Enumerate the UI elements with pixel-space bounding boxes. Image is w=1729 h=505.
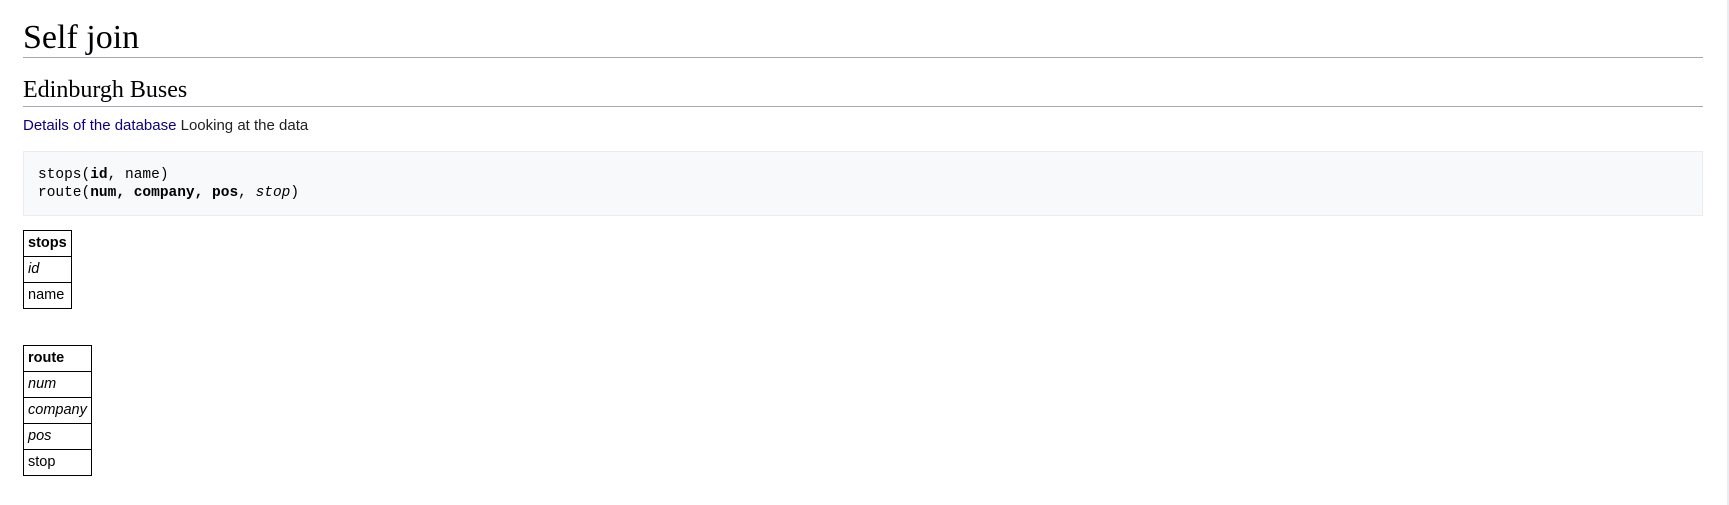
- page-title: Self join: [23, 0, 1703, 58]
- table-cell-key: num: [23, 371, 92, 398]
- table-row: pos: [23, 423, 92, 450]
- intro-paragraph: Details of the database Looking at the d…: [23, 107, 1703, 136]
- table-row: stop: [23, 449, 92, 476]
- intro-text: Looking at the data: [176, 117, 309, 134]
- table-cell-key: company: [23, 397, 92, 424]
- schema-route-name: route: [38, 185, 82, 201]
- table-cell-key: id: [23, 256, 72, 283]
- route-table-header: route: [23, 345, 92, 372]
- table-cell: name: [23, 282, 72, 309]
- schema-route-foreign: stop: [255, 185, 291, 201]
- schema-route-keys: num, company, pos: [90, 185, 239, 201]
- database-details-link[interactable]: Details of the database: [23, 117, 176, 134]
- table-header-row: stops: [23, 230, 72, 257]
- stops-table-header: stops: [23, 230, 72, 257]
- schema-code-block: stops(id, name) route(num, company, pos,…: [23, 151, 1703, 216]
- schema-stops-fields: , name): [107, 167, 169, 183]
- article-content: Self join Edinburgh Buses Details of the…: [23, 0, 1703, 476]
- table-row: name: [23, 282, 72, 309]
- table-cell-key: pos: [23, 423, 92, 450]
- table-row: num: [23, 371, 92, 398]
- table-row: id: [23, 256, 72, 283]
- stops-table: stops id name: [23, 230, 72, 309]
- schema-stops-key: id: [90, 167, 108, 183]
- route-table: route num company pos stop: [23, 345, 92, 476]
- schema-stops-name: stops: [38, 167, 82, 183]
- table-cell: stop: [23, 449, 92, 476]
- table-header-row: route: [23, 345, 92, 372]
- table-row: company: [23, 397, 92, 424]
- section-heading: Edinburgh Buses: [23, 58, 1703, 107]
